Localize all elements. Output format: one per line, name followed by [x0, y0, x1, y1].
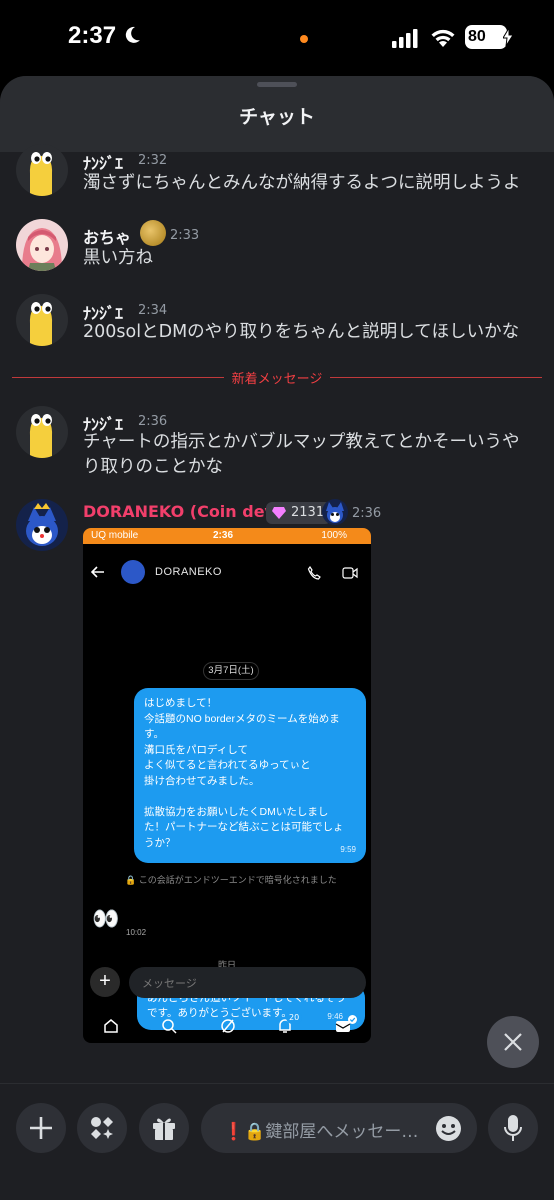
clan-tag-icon[interactable] — [322, 499, 348, 525]
message-composer: ❗🔒鍵部屋へメッセー… — [0, 1083, 554, 1200]
gift-button[interactable] — [139, 1103, 189, 1153]
dm-line: 掛け合わせてみました。 — [144, 774, 260, 787]
avatar[interactable] — [16, 406, 68, 458]
timestamp: 2:33 — [170, 228, 200, 243]
dm-time: 10:02 — [126, 928, 147, 937]
timestamp: 2:32 — [138, 153, 168, 168]
date-pill: 3月7日(土) — [203, 662, 259, 680]
avatar[interactable] — [16, 499, 68, 551]
message-text: り取りのことかな — [83, 457, 223, 477]
dm-line: 拡散協力をお願いしたくDMいたしまし — [144, 805, 329, 818]
emoji-icon[interactable] — [435, 1115, 462, 1142]
eyes-emoji: 👀 — [92, 906, 120, 931]
dm-bubble-sent: はじめまして！ 今話題のNO borderメタのミームを始めま す。 溝口氏をパ… — [134, 688, 366, 863]
gift-icon — [153, 1118, 175, 1140]
page-title: チャット — [239, 106, 315, 128]
phone-icon — [307, 566, 321, 580]
message-input-placeholder: ❗🔒鍵部屋へメッセー… — [223, 1117, 418, 1142]
apps-button[interactable] — [77, 1103, 127, 1153]
placeholder-text: 鍵部屋へメッセー… — [265, 1122, 419, 1142]
boost-gem-icon — [272, 507, 286, 519]
exclamation-icon: ❗ — [223, 1122, 245, 1142]
status-time: 2:37 — [68, 22, 117, 49]
home-icon — [104, 1019, 118, 1033]
mail-icon — [335, 1021, 351, 1032]
dm-input-placeholder: メッセージ — [142, 977, 197, 990]
dm-line: 今話題のNO borderメタのミームを始めま — [144, 712, 340, 725]
contact-name: DORANEKO — [155, 566, 222, 578]
status-bar: 2:37 80 — [0, 0, 554, 76]
new-messages-label: 新着メッセージ — [223, 372, 331, 387]
sheet-grabber[interactable] — [257, 82, 297, 87]
message-text: 200solとDMのやり取りをちゃんと説明してほしいかな — [83, 322, 520, 342]
search-icon — [162, 1019, 177, 1034]
dm-line — [144, 789, 356, 805]
attachment-battery: 100% — [321, 530, 347, 541]
message-text: 黒い方ね — [83, 248, 153, 268]
attachment-status-bar: UQ mobile 2:36 100% — [83, 528, 371, 544]
dm-time: 9:59 — [340, 844, 356, 854]
grok-icon — [221, 1019, 235, 1033]
boost-count: 2131 — [291, 505, 325, 520]
moon-icon — [125, 26, 140, 43]
new-messages-divider: 新着メッセージ — [0, 368, 554, 387]
plus-icon — [30, 1117, 52, 1139]
dm-line: よく似てると言われてるゆってぃと — [144, 759, 311, 771]
wifi-icon — [431, 29, 455, 47]
attachment-carrier: UQ mobile — [91, 530, 139, 541]
lock-icon: 🔒 — [244, 1122, 266, 1142]
encryption-text: この会話がエンドツーエンドで暗号化されました — [138, 875, 337, 885]
back-arrow-icon — [91, 566, 104, 578]
charging-bolt-icon — [503, 28, 513, 46]
close-icon — [504, 1033, 522, 1051]
dm-message-input: メッセージ — [129, 967, 366, 998]
avatar[interactable] — [16, 144, 68, 196]
close-button[interactable] — [487, 1016, 539, 1068]
attachment-bottom: + メッセージ 20 — [83, 962, 371, 1042]
battery-indicator: 80 — [465, 25, 513, 49]
timestamp: 2:36 — [352, 506, 382, 521]
avatar[interactable] — [16, 219, 68, 271]
signal-icon — [392, 29, 418, 48]
dm-line: うか？ — [144, 836, 176, 849]
dm-line: 溝口氏をパロディして — [144, 743, 248, 756]
username-dev[interactable]: DORANEKO (Coin dev) — [83, 502, 282, 521]
notification-badge: 20 — [286, 1011, 303, 1024]
attachment-time: 2:36 — [213, 530, 234, 541]
voice-message-button[interactable] — [488, 1103, 538, 1153]
chat-sheet: チャット ﾅﾝｼﾞｴ 2:32 濁さずにちゃんとみんなが納得するよつに説明しよう… — [0, 76, 554, 1200]
microphone-icon — [504, 1115, 522, 1141]
battery-level: 80 — [468, 28, 486, 45]
contact-avatar — [121, 560, 145, 584]
message-input[interactable]: ❗🔒鍵部屋へメッセー… — [201, 1103, 477, 1153]
encryption-note: 🔒 この会話がエンドツーエンドで暗号化されました — [125, 875, 337, 885]
add-attachment-button[interactable] — [16, 1103, 66, 1153]
dm-line: す。 — [144, 728, 164, 740]
apps-icon — [91, 1117, 113, 1139]
avatar[interactable] — [16, 294, 68, 346]
video-call-icon — [342, 567, 358, 579]
message-text: 濁さずにちゃんとみんなが納得するよつに説明しようよ — [83, 173, 521, 193]
attachment-dm-header: DORANEKO — [83, 544, 371, 600]
sheet-header: チャット — [0, 76, 554, 152]
camera-indicator-dot — [300, 35, 308, 43]
dm-line: た！パートナーなど結ぶことは可能でしょ — [144, 821, 344, 833]
dm-line: はじめまして！ — [144, 697, 218, 709]
dm-add-icon: + — [90, 967, 120, 997]
